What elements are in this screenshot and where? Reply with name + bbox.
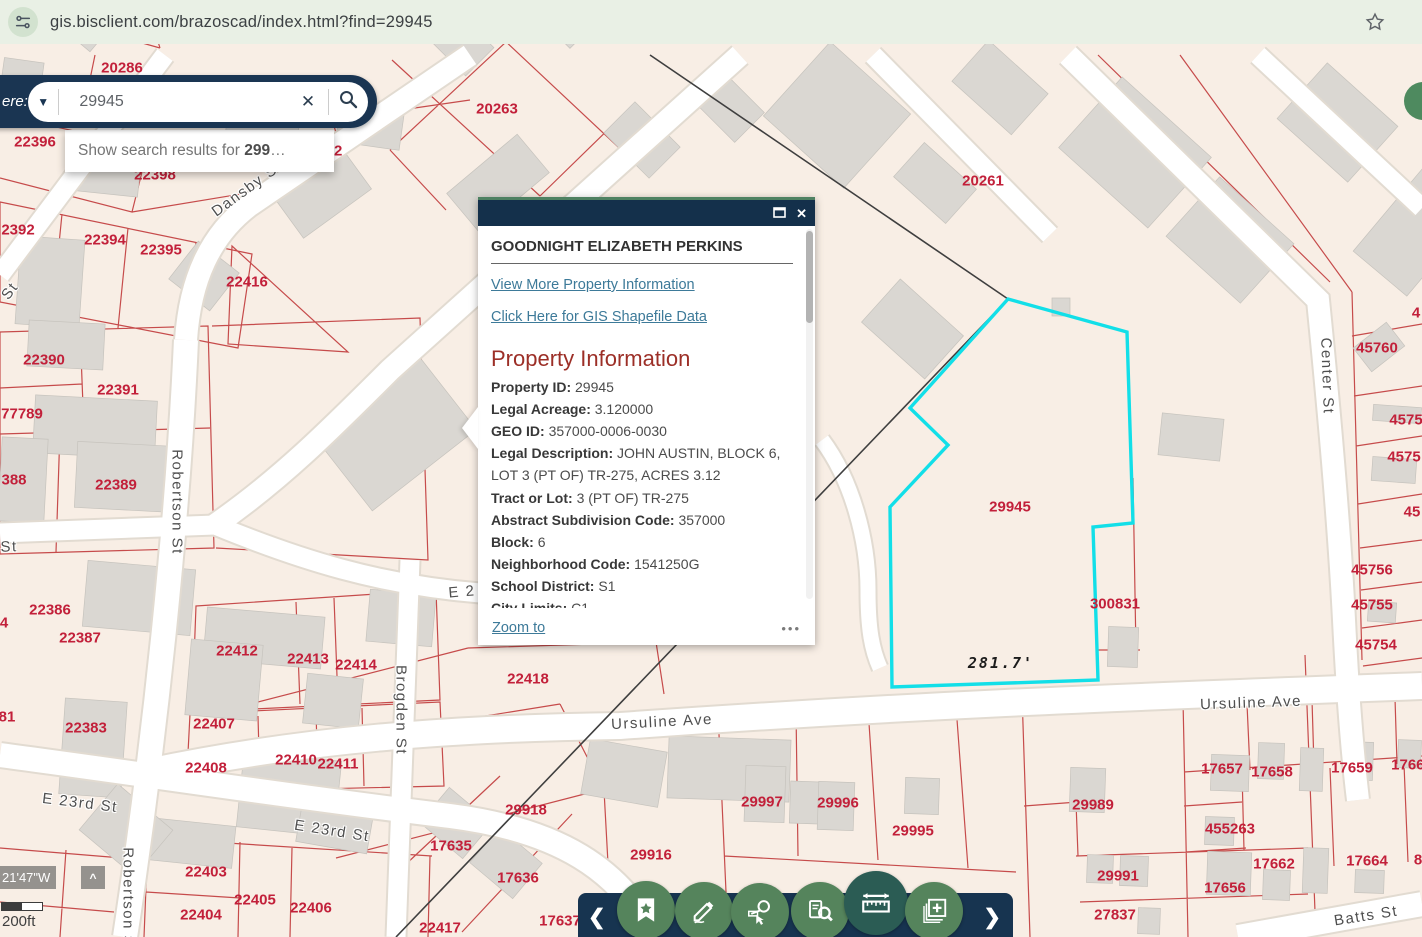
popup-body: GOODNIGHT ELIZABETH PERKINS View More Pr… — [478, 226, 815, 608]
popup-field-row: Block: 6 — [491, 531, 793, 553]
popup-section-heading: Property Information — [491, 346, 793, 372]
tool-identify-button[interactable] — [791, 882, 849, 937]
coordinate-collapse-icon[interactable]: ^ — [81, 866, 105, 889]
popup-field-row: Property ID: 29945 — [491, 376, 793, 398]
select-magnifier-icon — [745, 897, 775, 927]
popup-header: ✕ — [478, 200, 815, 226]
coordinate-readout: 21'47"W — [0, 866, 56, 889]
popup-footer: Zoom to ••• — [478, 611, 815, 645]
popup-scrollbar[interactable] — [806, 229, 813, 599]
search-pill: ▼ ✕ — [28, 82, 368, 122]
bookmark-star-icon — [632, 896, 660, 924]
more-options-icon[interactable]: ••• — [781, 621, 801, 636]
property-popup: ✕ GOODNIGHT ELIZABETH PERKINS View More … — [478, 197, 815, 645]
popup-field-row: School District: S1 — [491, 575, 793, 597]
scale-label: 200ft — [2, 913, 35, 930]
search-type-dropdown[interactable]: ▼ — [28, 95, 58, 109]
tool-add-layers-button[interactable] — [905, 882, 963, 937]
popup-field-row: GEO ID: 357000-0006-0030 — [491, 420, 793, 442]
search-icon[interactable] — [329, 89, 368, 115]
suggestion-text: Show search results for 299… — [78, 142, 286, 160]
scale-bar — [1, 902, 43, 911]
view-more-link[interactable]: View More Property Information — [491, 277, 695, 293]
popup-field-row: Abstract Subdivision Code: 357000 — [491, 509, 793, 531]
search-input[interactable] — [77, 92, 288, 112]
clear-search-icon[interactable]: ✕ — [288, 92, 327, 112]
popup-callout-arrow — [462, 407, 478, 449]
browser-address-bar: gis.bisclient.com/brazoscad/index.html?f… — [0, 0, 1422, 44]
bookmark-star-icon[interactable] — [1364, 11, 1386, 38]
tool-bookmarks-button[interactable] — [617, 881, 675, 937]
shapefile-link[interactable]: Click Here for GIS Shapefile Data — [491, 309, 707, 325]
pencil-icon — [690, 897, 718, 925]
tool-measure-button[interactable] — [844, 871, 908, 935]
toolbar-prev-icon[interactable]: ❮ — [588, 905, 606, 930]
maximize-icon[interactable] — [773, 207, 786, 220]
popup-title: GOODNIGHT ELIZABETH PERKINS — [491, 238, 793, 255]
search-suggestion[interactable]: Show search results for 299… — [65, 130, 334, 172]
popup-fields: Property ID: 29945Legal Acreage: 3.12000… — [491, 376, 793, 608]
url-text[interactable]: gis.bisclient.com/brazoscad/index.html?f… — [50, 13, 433, 32]
popup-field-row: Legal Acreage: 3.120000 — [491, 398, 793, 420]
popup-field-row: Neighborhood Code: 1541250G — [491, 553, 793, 575]
search-label-partial: ere: — [2, 93, 28, 110]
divider — [58, 89, 59, 115]
layers-plus-icon — [919, 896, 949, 926]
popup-field-row: Legal Description: JOHN AUSTIN, BLOCK 6,… — [491, 442, 793, 486]
zoom-to-link[interactable]: Zoom to — [492, 620, 545, 636]
popup-field-row: City Limits: C1 — [491, 597, 793, 608]
popup-field-row: Tract or Lot: 3 (PT OF) TR-275 — [491, 487, 793, 509]
close-icon[interactable]: ✕ — [796, 207, 807, 220]
site-settings-icon[interactable] — [8, 7, 38, 37]
tool-draw-button[interactable] — [675, 882, 733, 937]
ruler-icon — [859, 886, 893, 920]
tool-select-button[interactable] — [731, 883, 789, 937]
scrollbar-thumb[interactable] — [806, 231, 813, 323]
document-magnifier-icon — [805, 896, 835, 926]
toolbar-next-icon[interactable]: ❯ — [983, 905, 1001, 930]
divider — [491, 263, 793, 264]
search-widget: ere: ▼ ✕ — [0, 75, 377, 128]
app-window: 2028662202632026122396223982392223942239… — [0, 0, 1422, 937]
